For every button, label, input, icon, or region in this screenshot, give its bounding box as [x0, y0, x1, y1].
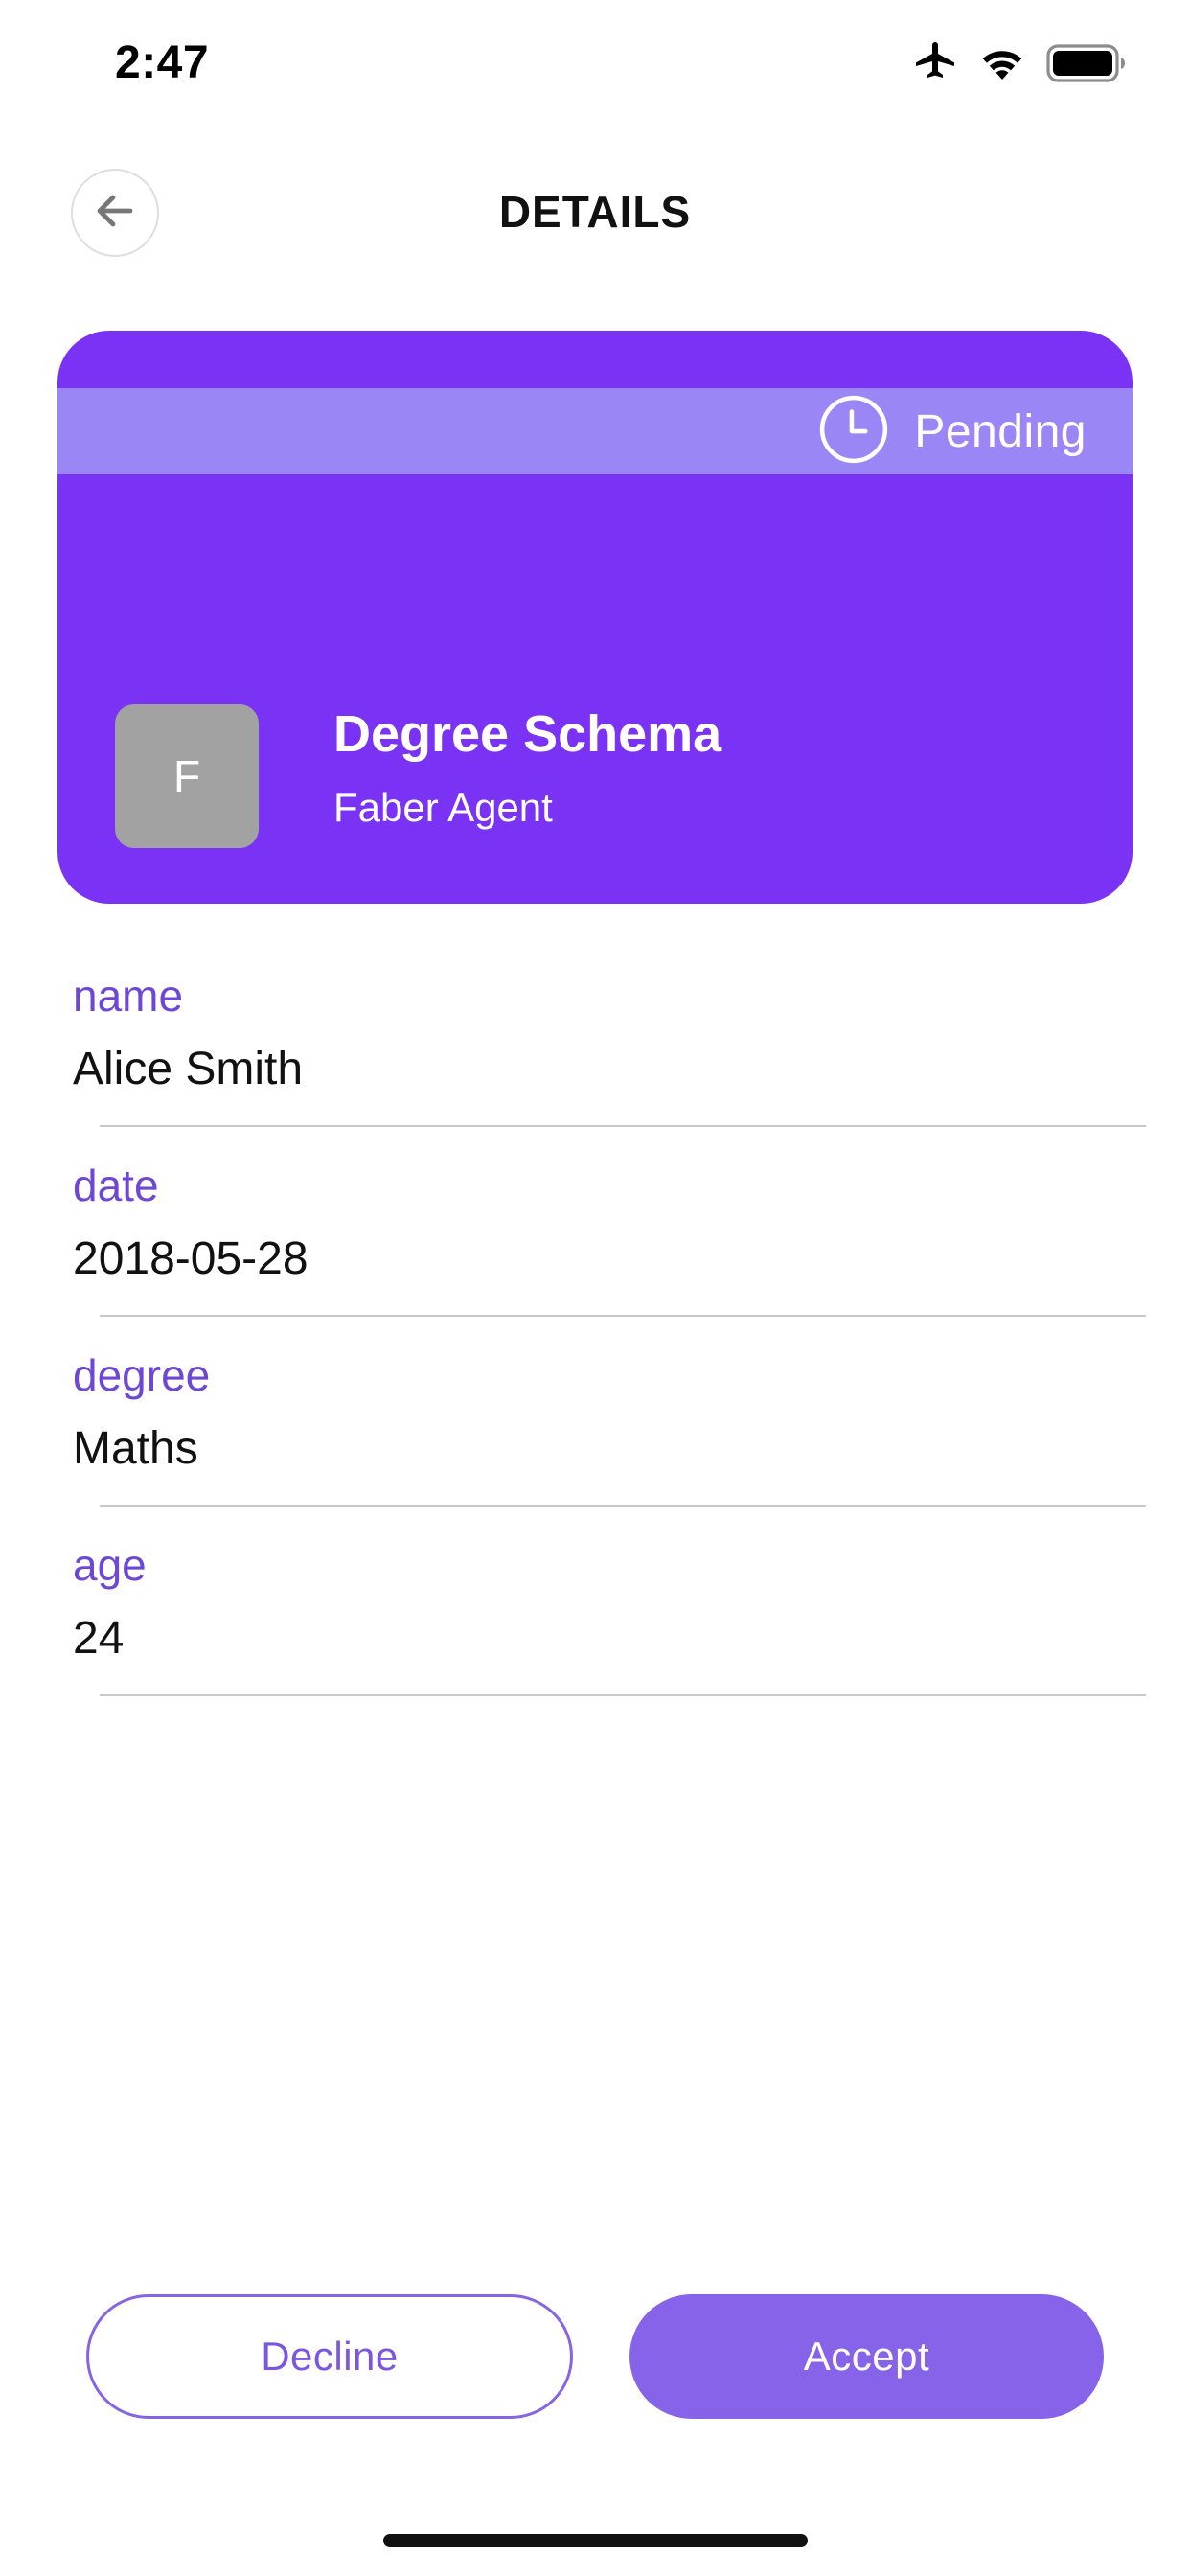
- attribute-label: degree: [73, 1350, 211, 1400]
- clock-icon: [818, 394, 889, 470]
- battery-icon: [1046, 44, 1127, 82]
- attribute-item: age 24: [0, 1528, 1190, 1717]
- header: DETAILS: [0, 163, 1190, 268]
- accept-button[interactable]: Accept: [629, 2294, 1104, 2419]
- attribute-value: 24: [73, 1613, 125, 1664]
- page-title: DETAILS: [498, 187, 692, 237]
- wifi-icon: [979, 46, 1025, 80]
- decline-button[interactable]: Decline: [86, 2294, 573, 2419]
- credential-offer-screen: 2:47 DETAILS Pending F Degree Schema Fab…: [0, 0, 1190, 2576]
- home-indicator[interactable]: [383, 2534, 808, 2547]
- divider: [100, 1315, 1146, 1317]
- attribute-item: degree Maths: [0, 1338, 1190, 1528]
- attribute-list: name Alice Smith date 2018-05-28 degree …: [0, 958, 1190, 1717]
- divider: [100, 1125, 1146, 1127]
- attribute-value: Maths: [73, 1423, 198, 1474]
- attribute-label: name: [73, 971, 184, 1021]
- attribute-item: name Alice Smith: [0, 958, 1190, 1148]
- airplane-icon: [912, 42, 958, 84]
- attribute-label: date: [73, 1161, 159, 1210]
- credential-card: Pending F Degree Schema Faber Agent: [57, 331, 1133, 904]
- status-bar: 2:47: [0, 0, 1190, 134]
- credential-title: Degree Schema: [333, 705, 722, 763]
- status-time: 2:47: [115, 37, 210, 88]
- attribute-value: 2018-05-28: [73, 1233, 309, 1284]
- divider: [100, 1505, 1146, 1506]
- status-strip: Pending: [57, 388, 1133, 474]
- avatar-initial: F: [172, 751, 201, 801]
- issuer-avatar: F: [115, 704, 259, 848]
- status-label: Pending: [914, 405, 1087, 457]
- issuer-name: Faber Agent: [333, 785, 553, 830]
- attribute-item: date 2018-05-28: [0, 1148, 1190, 1338]
- attribute-value: Alice Smith: [73, 1044, 304, 1094]
- status-icons: [912, 42, 1127, 84]
- divider: [100, 1694, 1146, 1696]
- attribute-label: age: [73, 1540, 147, 1590]
